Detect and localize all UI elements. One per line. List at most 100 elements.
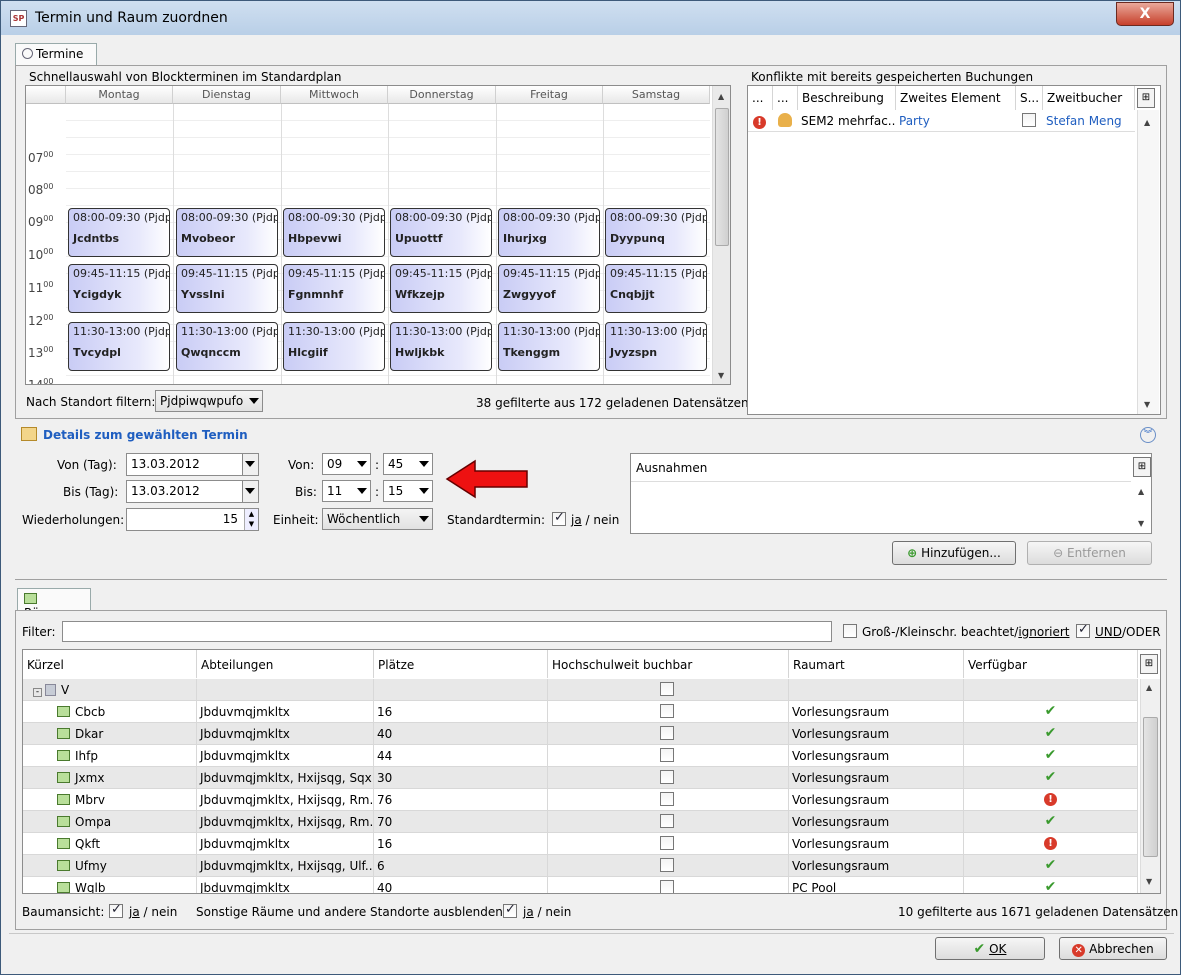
hochschulweit-checkbox[interactable] [660,770,674,784]
einheit-select[interactable]: Wöchentlich [322,508,433,530]
appointment-block[interactable]: 11:30-13:00 (Pjdpiw Tvcydpl [68,322,170,371]
scroll-up-icon[interactable]: ▲ [718,92,724,101]
appointment-block[interactable]: 09:45-11:15 (Pjdpiw Cnqbjjt [605,264,707,313]
hochschulweit-checkbox[interactable] [660,792,674,806]
bis-hour-select[interactable]: 11 [322,480,371,502]
scroll-up-icon[interactable]: ▲ [1138,487,1144,496]
column-header[interactable]: Kürzel [23,650,197,678]
von-hour-select[interactable]: 09 [322,453,371,475]
tab-raeume[interactable]: Räume [17,588,91,620]
conflict-booker[interactable]: Stefan Meng [1043,110,1135,132]
appointment-block[interactable]: 09:45-11:15 (Pjdpiw Fgnmnhf [283,264,385,313]
calendar-scrollbar[interactable]: ▲ ▼ [712,86,730,384]
table-row[interactable]: Dkar Jbduvmqjmkltx 40 Vorlesungsraum ✔ [23,723,1138,745]
appointment-block[interactable]: 09:45-11:15 (Pjdpiw Wfkzejp [390,264,492,313]
hochschulweit-checkbox[interactable] [660,814,674,828]
appointment-block[interactable]: 11:30-13:00 (Pjdpiw Qwqnccm [176,322,278,371]
case-sensitive-checkbox[interactable] [843,624,857,638]
calendar-dropdown-icon[interactable] [242,454,258,475]
appointment-block[interactable]: 11:30-13:00 (Pjdpiw Tkenggm [498,322,600,371]
scroll-up-icon[interactable]: ▲ [1144,118,1150,127]
tab-termine[interactable]: Termine [15,43,97,65]
column-header[interactable]: Hochschulweit buchbar [548,650,789,678]
rooms-scrollbar[interactable]: ▲ ▼ [1140,679,1160,893]
column-header[interactable]: ... [773,86,798,110]
column-header[interactable]: Zweitbucher [1043,86,1135,110]
scroll-up-icon[interactable]: ▲ [1146,683,1152,692]
column-header[interactable]: Raumart [789,650,964,678]
column-header[interactable]: Beschreibung [798,86,896,110]
add-exception-button[interactable]: ⊕ Hinzufügen... [892,541,1016,565]
column-header[interactable]: S... [1016,86,1043,110]
ausnahmen-grid[interactable]: Ausnahmen ⊞ ▲ ▼ [630,453,1152,534]
column-header[interactable]: Zweites Element [896,86,1016,110]
column-header[interactable]: ... [748,86,773,110]
rooms-grid[interactable]: Kürzel Abteilungen Plätze Hochschulweit … [22,649,1161,894]
sonstige-checkbox[interactable] [503,902,517,918]
scroll-down-icon[interactable]: ▼ [1144,400,1150,409]
appointment-block[interactable]: 08:00-09:30 (Pjdpiw Ihurjxg [498,208,600,257]
table-row[interactable]: Wqlb Jbduvmqjmkltx 40 PC Pool ✔ [23,877,1138,893]
baumansicht-checkbox[interactable] [109,902,123,918]
conflicts-scrollbar[interactable]: ▲ ▼ [1137,110,1159,414]
hochschulweit-checkbox[interactable] [660,880,674,893]
scroll-down-icon[interactable]: ▼ [1146,877,1152,886]
table-row[interactable]: Mbrv Jbduvmqjmkltx, Hxijsqg, Rm... 76 Vorle… [23,789,1138,811]
close-button[interactable]: X [1116,2,1174,26]
table-row[interactable]: Ompa Jbduvmqjmkltx, Hxijsqg, Rm... 70 Vorle… [23,811,1138,833]
bis-tag-date-picker[interactable]: 13.03.2012 [126,480,259,503]
table-row[interactable]: Ufmy Jbduvmqjmkltx, Hxijsqg, Ulf... 6 Vorle… [23,855,1138,877]
appointment-block[interactable]: 09:45-11:15 (Pjdpiw Yvsslni [176,264,278,313]
collapse-tree-icon[interactable]: - [33,688,42,697]
hochschulweit-checkbox[interactable] [660,858,674,872]
column-header[interactable]: Abteilungen [197,650,374,678]
remove-exception-button[interactable]: ⊖ Entfernen [1027,541,1152,565]
hochschulweit-checkbox[interactable] [660,704,674,718]
appointment-block[interactable]: 08:00-09:30 (Pjdpiw Hbpevwi [283,208,385,257]
hochschulweit-checkbox[interactable] [660,836,674,850]
location-filter-select[interactable]: Pjdpiwqwpufo [155,390,263,412]
rooms-filter-input[interactable] [62,621,832,642]
conflict-checkbox[interactable] [1022,113,1036,127]
ok-button[interactable]: ✔ OK [935,937,1045,960]
conflicts-grid[interactable]: ... ... Beschreibung Zweites Element S..… [747,85,1161,415]
appointment-block[interactable]: 08:00-09:30 (Pjdpiw Jcdntbs [68,208,170,257]
appointment-block[interactable]: 11:30-13:00 (Pjdpiw Hlcgiif [283,322,385,371]
column-header[interactable]: Plätze [374,650,548,678]
calendar-grid[interactable]: Montag Dienstag Mittwoch Donnerstag Frei… [25,85,731,385]
calendar-dropdown-icon[interactable] [242,481,258,502]
table-row[interactable]: Ihfp Jbduvmqjmkltx 44 Vorlesungsraum ✔ [23,745,1138,767]
appointment-block[interactable]: 09:45-11:15 (Pjdpiw Zwgyyof [498,264,600,313]
cancel-button[interactable]: ✕ Abbrechen [1059,937,1167,960]
appointment-block[interactable]: 09:45-11:15 (Pjdpiw Ycigdyk [68,264,170,313]
scroll-down-icon[interactable]: ▼ [1138,519,1144,528]
table-row[interactable]: Cbcb Jbduvmqjmkltx 16 Vorlesungsraum ✔ [23,701,1138,723]
group-row[interactable]: -V [23,679,1138,701]
wiederholungen-stepper[interactable]: 15 ▲ ▼ [126,508,259,531]
hochschulweit-checkbox[interactable] [660,748,674,762]
appointment-block[interactable]: 11:30-13:00 (Pjdpiw Hwljkbk [390,322,492,371]
table-row[interactable]: Jxmx Jbduvmqjmkltx, Hxijsqg, Sqx... 30 Vorl… [23,767,1138,789]
standardtermin-checkbox[interactable] [552,510,566,526]
conflict-row[interactable]: ! SEM2 mehrfac... Party Stefan Meng [748,110,1135,132]
appointment-block[interactable]: 11:30-13:00 (Pjdpiw Jvyzspn [605,322,707,371]
von-minute-select[interactable]: 45 [383,453,433,475]
column-chooser-icon[interactable]: ⊞ [1137,88,1155,108]
hochschulweit-checkbox[interactable] [660,682,674,696]
scroll-thumb[interactable] [1143,717,1158,857]
und-oder-checkbox[interactable] [1076,622,1090,638]
column-chooser-icon[interactable]: ⊞ [1140,654,1158,674]
conflict-second-element[interactable]: Party [896,110,1016,132]
appointment-block[interactable]: 08:00-09:30 (Pjdpiw Upuottf [390,208,492,257]
bis-minute-select[interactable]: 15 [383,480,433,502]
scroll-down-icon[interactable]: ▼ [718,371,724,380]
hochschulweit-checkbox[interactable] [660,726,674,740]
appointment-block[interactable]: 08:00-09:30 (Pjdpiw Mvobeor [176,208,278,257]
appointment-block[interactable]: 08:00-09:30 (Pjdpiw Dyypunq [605,208,707,257]
column-chooser-icon[interactable]: ⊞ [1133,457,1151,477]
von-tag-date-picker[interactable]: 13.03.2012 [126,453,259,476]
scroll-thumb[interactable] [715,108,729,246]
stepper-arrows-icon[interactable]: ▲ ▼ [244,509,258,530]
column-header[interactable]: Verfügbar [964,650,1138,678]
collapse-icon[interactable]: ︾ [1140,427,1156,443]
